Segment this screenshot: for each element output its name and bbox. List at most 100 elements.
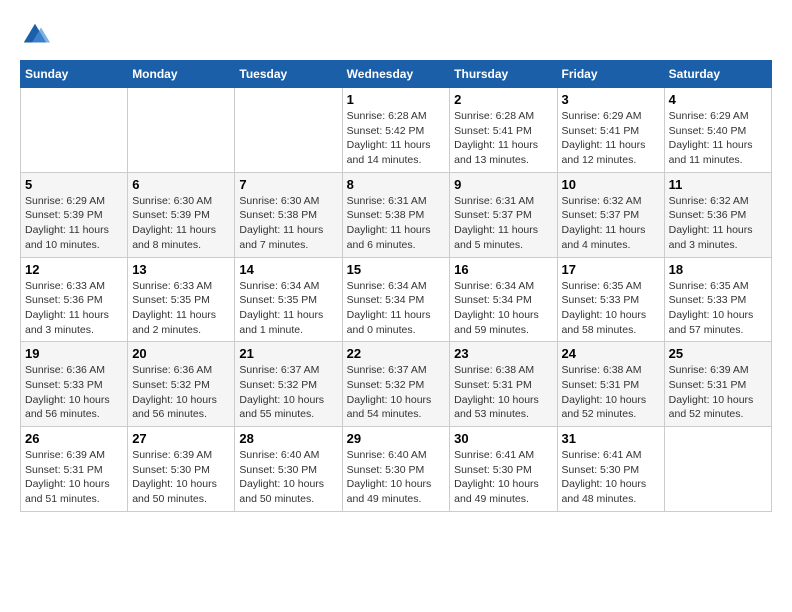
calendar-cell: 13 Sunrise: 6:33 AM Sunset: 5:35 PM Dayli… [128,257,235,342]
calendar-cell: 29 Sunrise: 6:40 AM Sunset: 5:30 PM Dayli… [342,427,450,512]
header-day: Sunday [21,61,128,88]
day-info: Sunrise: 6:34 AM Sunset: 5:34 PM Dayligh… [347,279,446,338]
day-number: 29 [347,431,446,446]
day-number: 1 [347,92,446,107]
day-number: 21 [239,346,337,361]
day-number: 16 [454,262,552,277]
header-day: Friday [557,61,664,88]
day-number: 30 [454,431,552,446]
header-day: Tuesday [235,61,342,88]
calendar-cell [21,88,128,173]
calendar-cell [235,88,342,173]
calendar-row: 26 Sunrise: 6:39 AM Sunset: 5:31 PM Dayli… [21,427,772,512]
calendar-cell: 19 Sunrise: 6:36 AM Sunset: 5:33 PM Dayli… [21,342,128,427]
header-day: Monday [128,61,235,88]
page-header [20,20,772,50]
day-number: 24 [562,346,660,361]
day-number: 12 [25,262,123,277]
day-info: Sunrise: 6:30 AM Sunset: 5:38 PM Dayligh… [239,194,337,253]
day-number: 15 [347,262,446,277]
day-info: Sunrise: 6:31 AM Sunset: 5:37 PM Dayligh… [454,194,552,253]
header-day: Thursday [450,61,557,88]
calendar-cell: 26 Sunrise: 6:39 AM Sunset: 5:31 PM Dayli… [21,427,128,512]
day-number: 27 [132,431,230,446]
day-info: Sunrise: 6:29 AM Sunset: 5:40 PM Dayligh… [669,109,767,168]
day-number: 31 [562,431,660,446]
calendar-row: 5 Sunrise: 6:29 AM Sunset: 5:39 PM Daylig… [21,172,772,257]
calendar-cell: 18Sunrise: 6:35 AM Sunset: 5:33 PM Dayli… [664,257,771,342]
day-number: 6 [132,177,230,192]
calendar-cell: 6Sunrise: 6:30 AM Sunset: 5:39 PM Daylig… [128,172,235,257]
day-info: Sunrise: 6:39 AM Sunset: 5:31 PM Dayligh… [25,448,123,507]
logo-icon [20,20,50,50]
day-number: 26 [25,431,123,446]
calendar-cell: 10 Sunrise: 6:32 AM Sunset: 5:37 PM Dayli… [557,172,664,257]
calendar-row: 19 Sunrise: 6:36 AM Sunset: 5:33 PM Dayli… [21,342,772,427]
calendar-cell: 28Sunrise: 6:40 AM Sunset: 5:30 PM Dayli… [235,427,342,512]
day-number: 5 [25,177,123,192]
day-number: 19 [25,346,123,361]
day-info: Sunrise: 6:32 AM Sunset: 5:36 PM Dayligh… [669,194,767,253]
calendar-cell: 27Sunrise: 6:39 AM Sunset: 5:30 PM Dayli… [128,427,235,512]
calendar-cell: 1 Sunrise: 6:28 AM Sunset: 5:42 PM Daylig… [342,88,450,173]
day-number: 7 [239,177,337,192]
calendar-cell: 14 Sunrise: 6:34 AM Sunset: 5:35 PM Dayli… [235,257,342,342]
day-info: Sunrise: 6:33 AM Sunset: 5:36 PM Dayligh… [25,279,123,338]
calendar-cell: 2Sunrise: 6:28 AM Sunset: 5:41 PM Daylig… [450,88,557,173]
day-info: Sunrise: 6:40 AM Sunset: 5:30 PM Dayligh… [347,448,446,507]
calendar-cell: 17 Sunrise: 6:35 AM Sunset: 5:33 PM Dayli… [557,257,664,342]
calendar-cell: 5 Sunrise: 6:29 AM Sunset: 5:39 PM Daylig… [21,172,128,257]
day-info: Sunrise: 6:38 AM Sunset: 5:31 PM Dayligh… [454,363,552,422]
calendar-cell: 7 Sunrise: 6:30 AM Sunset: 5:38 PM Daylig… [235,172,342,257]
calendar-cell: 31 Sunrise: 6:41 AM Sunset: 5:30 PM Dayli… [557,427,664,512]
calendar-cell: 12 Sunrise: 6:33 AM Sunset: 5:36 PM Dayli… [21,257,128,342]
day-info: Sunrise: 6:32 AM Sunset: 5:37 PM Dayligh… [562,194,660,253]
day-info: Sunrise: 6:36 AM Sunset: 5:32 PM Dayligh… [132,363,230,422]
day-info: Sunrise: 6:41 AM Sunset: 5:30 PM Dayligh… [454,448,552,507]
calendar-cell [664,427,771,512]
day-number: 17 [562,262,660,277]
day-number: 18 [669,262,767,277]
calendar-cell: 3 Sunrise: 6:29 AM Sunset: 5:41 PM Daylig… [557,88,664,173]
header-day: Wednesday [342,61,450,88]
header-day: Saturday [664,61,771,88]
calendar-cell: 9 Sunrise: 6:31 AM Sunset: 5:37 PM Daylig… [450,172,557,257]
day-info: Sunrise: 6:38 AM Sunset: 5:31 PM Dayligh… [562,363,660,422]
day-number: 9 [454,177,552,192]
day-number: 11 [669,177,767,192]
calendar-cell: 4 Sunrise: 6:29 AM Sunset: 5:40 PM Daylig… [664,88,771,173]
day-number: 10 [562,177,660,192]
calendar-cell: 24 Sunrise: 6:38 AM Sunset: 5:31 PM Dayli… [557,342,664,427]
day-info: Sunrise: 6:31 AM Sunset: 5:38 PM Dayligh… [347,194,446,253]
calendar-table: SundayMondayTuesdayWednesdayThursdayFrid… [20,60,772,512]
day-info: Sunrise: 6:35 AM Sunset: 5:33 PM Dayligh… [562,279,660,338]
day-info: Sunrise: 6:41 AM Sunset: 5:30 PM Dayligh… [562,448,660,507]
calendar-cell: 15 Sunrise: 6:34 AM Sunset: 5:34 PM Dayli… [342,257,450,342]
day-number: 22 [347,346,446,361]
day-number: 13 [132,262,230,277]
calendar-cell: 23Sunrise: 6:38 AM Sunset: 5:31 PM Dayli… [450,342,557,427]
calendar-row: 12 Sunrise: 6:33 AM Sunset: 5:36 PM Dayli… [21,257,772,342]
day-info: Sunrise: 6:29 AM Sunset: 5:39 PM Dayligh… [25,194,123,253]
day-info: Sunrise: 6:29 AM Sunset: 5:41 PM Dayligh… [562,109,660,168]
day-info: Sunrise: 6:28 AM Sunset: 5:42 PM Dayligh… [347,109,446,168]
day-number: 8 [347,177,446,192]
day-number: 20 [132,346,230,361]
logo [20,20,54,50]
day-number: 28 [239,431,337,446]
calendar-cell: 25 Sunrise: 6:39 AM Sunset: 5:31 PM Dayli… [664,342,771,427]
day-number: 3 [562,92,660,107]
day-info: Sunrise: 6:34 AM Sunset: 5:35 PM Dayligh… [239,279,337,338]
day-info: Sunrise: 6:33 AM Sunset: 5:35 PM Dayligh… [132,279,230,338]
calendar-header: SundayMondayTuesdayWednesdayThursdayFrid… [21,61,772,88]
day-number: 25 [669,346,767,361]
day-number: 14 [239,262,337,277]
calendar-cell: 20 Sunrise: 6:36 AM Sunset: 5:32 PM Dayli… [128,342,235,427]
day-info: Sunrise: 6:36 AM Sunset: 5:33 PM Dayligh… [25,363,123,422]
day-number: 4 [669,92,767,107]
calendar-cell: 8 Sunrise: 6:31 AM Sunset: 5:38 PM Daylig… [342,172,450,257]
calendar-cell: 16Sunrise: 6:34 AM Sunset: 5:34 PM Dayli… [450,257,557,342]
day-info: Sunrise: 6:39 AM Sunset: 5:31 PM Dayligh… [669,363,767,422]
day-info: Sunrise: 6:37 AM Sunset: 5:32 PM Dayligh… [347,363,446,422]
calendar-row: 1 Sunrise: 6:28 AM Sunset: 5:42 PM Daylig… [21,88,772,173]
